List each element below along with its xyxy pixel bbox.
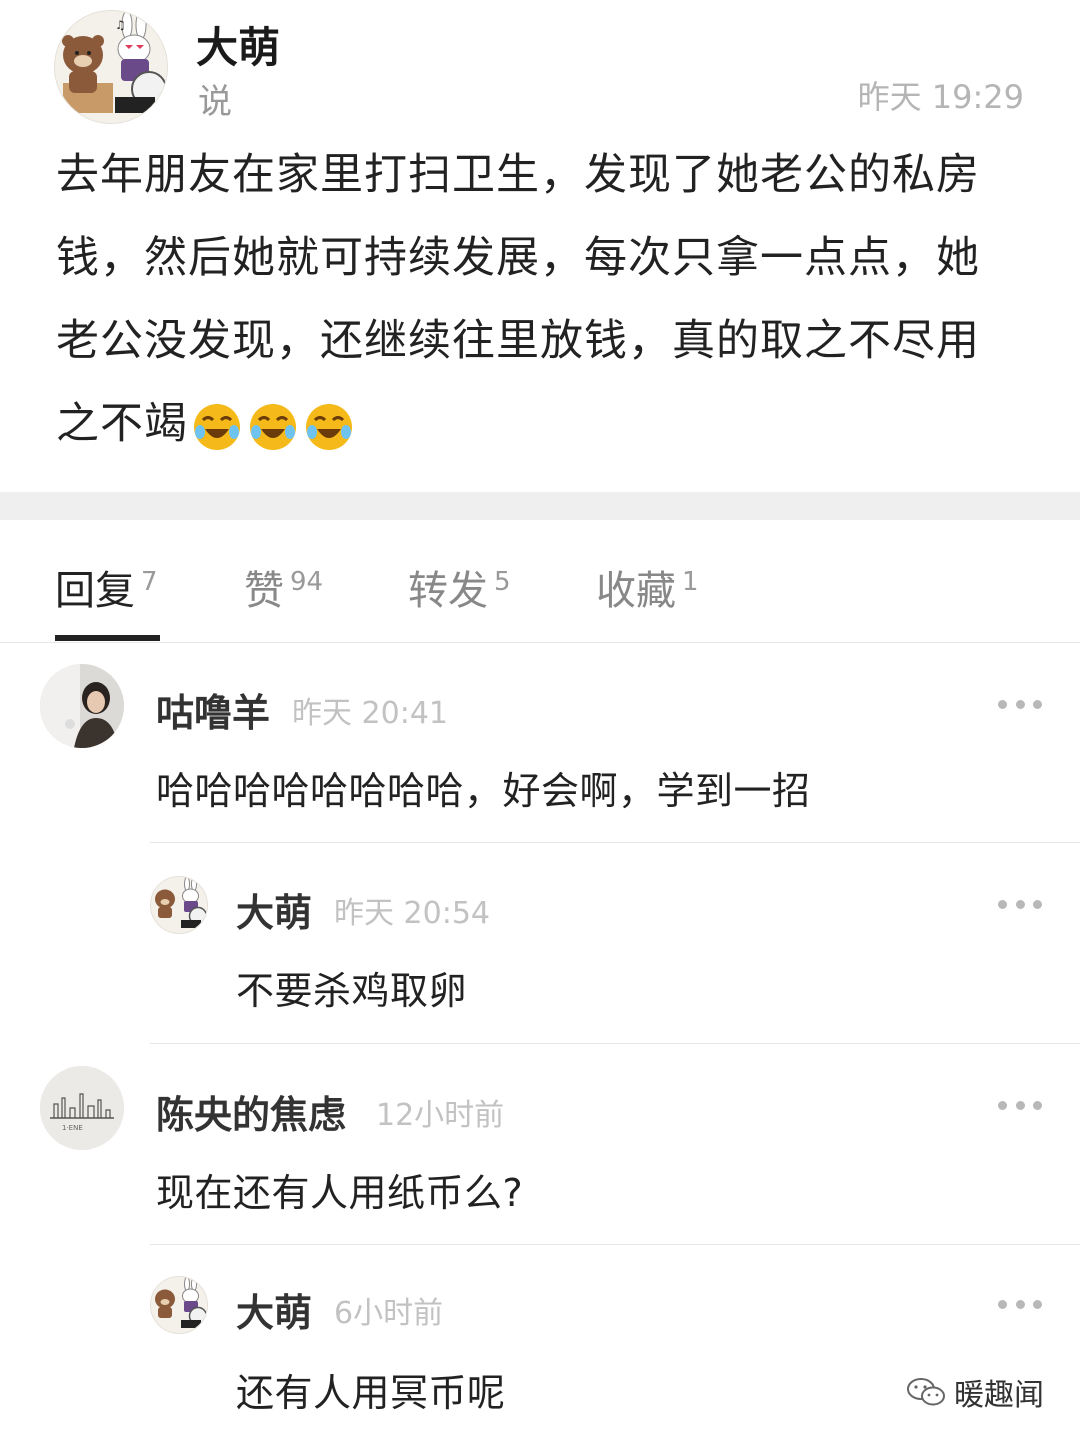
avatar[interactable] — [40, 664, 124, 748]
bear-bunny-avatar-icon: ♫ — [55, 11, 167, 123]
svg-text:1·ENE: 1·ENE — [62, 1124, 83, 1132]
bear-bunny-avatar-icon — [151, 877, 207, 933]
wechat-logo-icon — [907, 1378, 945, 1406]
author-name[interactable]: 大萌 — [196, 14, 280, 75]
more-options-icon[interactable] — [998, 1098, 1042, 1112]
post-text: 去年朋友在家里打扫卫生，发现了她老公的私房 钱，然后她就可持续发展，每次只拿一点… — [56, 134, 1036, 466]
tab-count: 94 — [290, 566, 324, 597]
tab-label: 赞 — [244, 568, 284, 614]
tab-count: 5 — [494, 566, 511, 597]
post-text-line: 钱，然后她就可持续发展，每次只拿一点点，她 — [56, 233, 980, 283]
avatar[interactable] — [150, 1276, 208, 1334]
tab-label: 转发 — [408, 568, 488, 614]
comment-text: 不要杀鸡取卵 — [236, 969, 468, 1013]
section-divider — [0, 492, 1080, 520]
tab-reposts[interactable]: 转发 5 — [408, 558, 511, 616]
bear-bunny-avatar-icon — [151, 1277, 207, 1333]
commenter-name[interactable]: 咕噜羊 — [156, 682, 270, 737]
more-options-icon[interactable] — [998, 1297, 1042, 1311]
comment-time: 6小时前 — [334, 1296, 444, 1331]
more-options-icon[interactable] — [998, 897, 1042, 911]
tab-label: 回复 — [55, 568, 135, 614]
post-text-line: 之不竭 — [56, 399, 188, 449]
comment-time: 昨天 20:41 — [292, 696, 448, 731]
comment-text: 现在还有人用纸币么? — [156, 1171, 524, 1215]
post-time: 昨天 19:29 — [857, 78, 1024, 116]
active-tab-indicator — [55, 635, 160, 641]
post-text-line: 老公没发现，还继续往里放钱，真的取之不尽用 — [56, 316, 980, 366]
tab-count: 1 — [682, 566, 699, 597]
interaction-tabs: 回复 7 赞 94 转发 5 收藏 1 — [0, 520, 1080, 643]
avatar[interactable]: 1·ENE — [40, 1066, 124, 1150]
commenter-name[interactable]: 大萌 — [236, 1282, 312, 1337]
svg-text:♫: ♫ — [115, 18, 126, 32]
tab-replies[interactable]: 回复 7 — [55, 558, 158, 616]
laughing-crying-emoji-icon — [194, 403, 240, 450]
laughing-crying-emoji-icon — [250, 403, 296, 450]
city-sketch-icon: 1·ENE — [40, 1066, 124, 1150]
comment-divider — [150, 1244, 1080, 1245]
comment-text: 还有人用冥币呢 — [236, 1371, 506, 1415]
more-options-icon[interactable] — [998, 697, 1042, 711]
post-text-line: 去年朋友在家里打扫卫生，发现了她老公的私房 — [56, 150, 980, 200]
tab-label: 收藏 — [596, 568, 676, 614]
comment-divider — [150, 1043, 1080, 1044]
comment-text: 哈哈哈哈哈哈哈哈，好会啊，学到一招 — [156, 769, 811, 813]
author-avatar[interactable]: ♫ — [54, 10, 168, 124]
avatar[interactable] — [150, 876, 208, 934]
tab-count: 7 — [141, 566, 158, 597]
commenter-name[interactable]: 大萌 — [236, 882, 312, 937]
emoji-row — [192, 402, 354, 452]
comment-time: 昨天 20:54 — [334, 896, 490, 931]
laughing-crying-emoji-icon — [306, 403, 352, 450]
post-detail-page: ♫ 大萌 说 昨天 19:29 去年朋友在家里打扫卫生，发现了她老公的私房 钱，… — [0, 0, 1080, 1440]
author-subline: 说 — [198, 82, 232, 122]
person-photo-icon — [40, 664, 124, 748]
tab-favorites[interactable]: 收藏 1 — [596, 558, 699, 616]
tab-likes[interactable]: 赞 94 — [244, 558, 323, 616]
post-header: ♫ 大萌 说 昨天 19:29 — [0, 0, 1080, 130]
comment-divider — [150, 842, 1080, 843]
comment-time: 12小时前 — [376, 1098, 505, 1133]
commenter-name[interactable]: 陈央的焦虑 — [156, 1084, 346, 1139]
post-text-line-last: 之不竭 — [56, 383, 1036, 466]
watermark: 暖趣闻 — [906, 1370, 1044, 1414]
watermark-text: 暖趣闻 — [954, 1378, 1044, 1413]
